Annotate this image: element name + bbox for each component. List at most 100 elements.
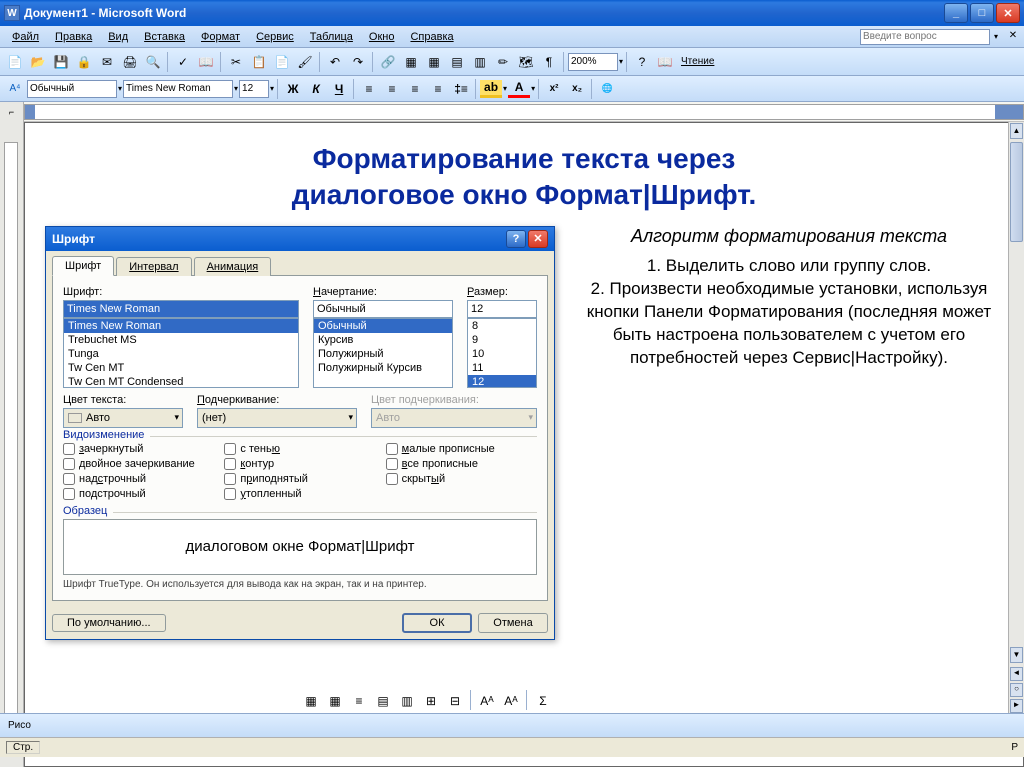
tab-animation[interactable]: Анимация xyxy=(194,257,272,276)
list-item[interactable]: 11 xyxy=(468,361,536,375)
list-item[interactable]: 9 xyxy=(468,333,536,347)
list-item[interactable]: Обычный xyxy=(314,319,452,333)
lang-button[interactable]: 🌐 xyxy=(596,79,618,99)
help-search-input[interactable] xyxy=(860,29,990,45)
font-size-combo[interactable] xyxy=(239,80,269,98)
font-list[interactable]: Times New Roman Trebuchet MS Tunga Tw Ce… xyxy=(63,318,299,388)
menu-file[interactable]: Файл xyxy=(4,29,47,45)
list-item[interactable]: Tw Cen MT Condensed xyxy=(64,375,298,388)
extra-btn-6[interactable]: ⊞ xyxy=(420,690,442,712)
menu-format[interactable]: Формат xyxy=(193,29,248,45)
tab-selector[interactable]: ⌐ xyxy=(0,102,24,122)
new-doc-button[interactable]: 📄 xyxy=(4,51,26,73)
vertical-ruler[interactable] xyxy=(0,122,24,767)
chk-superscript[interactable]: надстрочный xyxy=(63,473,214,485)
font-combo[interactable] xyxy=(123,80,233,98)
font-name-input[interactable] xyxy=(63,300,299,318)
help-button[interactable]: ? xyxy=(631,51,653,73)
docmap-button[interactable]: 🗺 xyxy=(515,51,537,73)
menu-help[interactable]: Справка xyxy=(402,29,461,45)
size-list[interactable]: 8 9 10 11 12 xyxy=(467,318,537,388)
draw-menu[interactable]: Рисо xyxy=(4,720,35,731)
dialog-close-button[interactable]: ✕ xyxy=(528,230,548,248)
superscript-button[interactable]: x² xyxy=(543,79,565,99)
tab-spacing[interactable]: Интервал xyxy=(116,257,191,276)
default-button[interactable]: По умолчанию... xyxy=(52,614,166,632)
list-item[interactable]: 12 xyxy=(468,375,536,388)
font-color-button[interactable]: A xyxy=(508,80,530,98)
horizontal-ruler[interactable] xyxy=(24,104,1024,120)
read-mode-icon[interactable]: 📖 xyxy=(654,51,676,73)
excel-button[interactable]: ▤ xyxy=(446,51,468,73)
columns-button[interactable]: ▥ xyxy=(469,51,491,73)
tables-button[interactable]: ▦ xyxy=(400,51,422,73)
undo-button[interactable]: ↶ xyxy=(324,51,346,73)
list-item[interactable]: 8 xyxy=(468,319,536,333)
preview-button[interactable]: 🔍 xyxy=(142,51,164,73)
next-page-button[interactable]: ► xyxy=(1010,699,1023,713)
browse-object-button[interactable]: ○ xyxy=(1010,683,1023,697)
italic-button[interactable]: К xyxy=(305,79,327,99)
spelling-button[interactable]: ✓ xyxy=(172,51,194,73)
menu-tools[interactable]: Сервис xyxy=(248,29,302,45)
align-left-button[interactable]: ≡ xyxy=(358,79,380,99)
show-marks-button[interactable]: ¶ xyxy=(538,51,560,73)
text-color-combo[interactable]: Авто xyxy=(63,408,183,428)
menu-insert[interactable]: Вставка xyxy=(136,29,193,45)
prev-page-button[interactable]: ◄ xyxy=(1010,667,1023,681)
hyperlink-button[interactable]: 🔗 xyxy=(377,51,399,73)
style-list[interactable]: Обычный Курсив Полужирный Полужирный Кур… xyxy=(313,318,453,388)
underline-button[interactable]: Ч xyxy=(328,79,350,99)
line-spacing-button[interactable]: ‡≡ xyxy=(450,79,472,99)
minimize-button[interactable]: _ xyxy=(944,3,968,23)
scroll-thumb[interactable] xyxy=(1010,142,1023,242)
styles-icon[interactable]: A⁴ xyxy=(4,78,26,100)
menu-table[interactable]: Таблица xyxy=(302,29,361,45)
list-item[interactable]: 10 xyxy=(468,347,536,361)
style-combo[interactable] xyxy=(27,80,117,98)
menu-edit[interactable]: Правка xyxy=(47,29,100,45)
vertical-scrollbar[interactable]: ▲ ▼ ◄ ○ ► xyxy=(1008,122,1024,713)
extra-btn-3[interactable]: ≡ xyxy=(348,690,370,712)
scroll-up-button[interactable]: ▲ xyxy=(1010,123,1023,139)
open-button[interactable]: 📂 xyxy=(27,51,49,73)
menu-window[interactable]: Окно xyxy=(361,29,403,45)
format-painter-button[interactable]: 🖌 xyxy=(294,51,316,73)
font-size-input[interactable] xyxy=(467,300,537,318)
list-item[interactable]: Times New Roman xyxy=(64,319,298,333)
list-item[interactable]: Tw Cen MT xyxy=(64,361,298,375)
permissions-button[interactable]: 🔒 xyxy=(73,51,95,73)
chk-strikethrough[interactable]: зачеркнутый xyxy=(63,443,214,455)
extra-btn-8[interactable]: Aᴬ xyxy=(476,690,498,712)
redo-button[interactable]: ↷ xyxy=(347,51,369,73)
print-button[interactable]: 🖨 xyxy=(119,51,141,73)
justify-button[interactable]: ≡ xyxy=(427,79,449,99)
help-dropdown-icon[interactable]: ▾ xyxy=(994,32,998,41)
tab-font[interactable]: Шрифт xyxy=(52,256,114,276)
save-button[interactable]: 💾 xyxy=(50,51,72,73)
list-item[interactable]: Полужирный xyxy=(314,347,452,361)
extra-btn-10[interactable]: Σ xyxy=(532,690,554,712)
extra-btn-2[interactable]: ▦ xyxy=(324,690,346,712)
extra-btn-1[interactable]: ▦ xyxy=(300,690,322,712)
chk-shadow[interactable]: с тенью xyxy=(224,443,375,455)
cancel-button[interactable]: Отмена xyxy=(478,613,548,633)
drawing-button[interactable]: ✏ xyxy=(492,51,514,73)
extra-btn-9[interactable]: Aᴬ xyxy=(500,690,522,712)
email-button[interactable]: ✉ xyxy=(96,51,118,73)
chk-double-strike[interactable]: двойное зачеркивание xyxy=(63,458,214,470)
align-center-button[interactable]: ≡ xyxy=(381,79,403,99)
chk-subscript[interactable]: подстрочный xyxy=(63,488,214,500)
extra-btn-7[interactable]: ⊟ xyxy=(444,690,466,712)
cut-button[interactable]: ✂ xyxy=(225,51,247,73)
underline-combo[interactable]: (нет) xyxy=(197,408,357,428)
chk-hidden[interactable]: скрытый xyxy=(386,473,537,485)
research-button[interactable]: 📖 xyxy=(195,51,217,73)
list-item[interactable]: Курсив xyxy=(314,333,452,347)
chk-engrave[interactable]: утопленный xyxy=(224,488,375,500)
chk-emboss[interactable]: приподнятый xyxy=(224,473,375,485)
read-mode-label[interactable]: Чтение xyxy=(677,56,718,67)
menu-view[interactable]: Вид xyxy=(100,29,136,45)
chk-allcaps[interactable]: все прописные xyxy=(386,458,537,470)
zoom-combo[interactable] xyxy=(568,53,618,71)
